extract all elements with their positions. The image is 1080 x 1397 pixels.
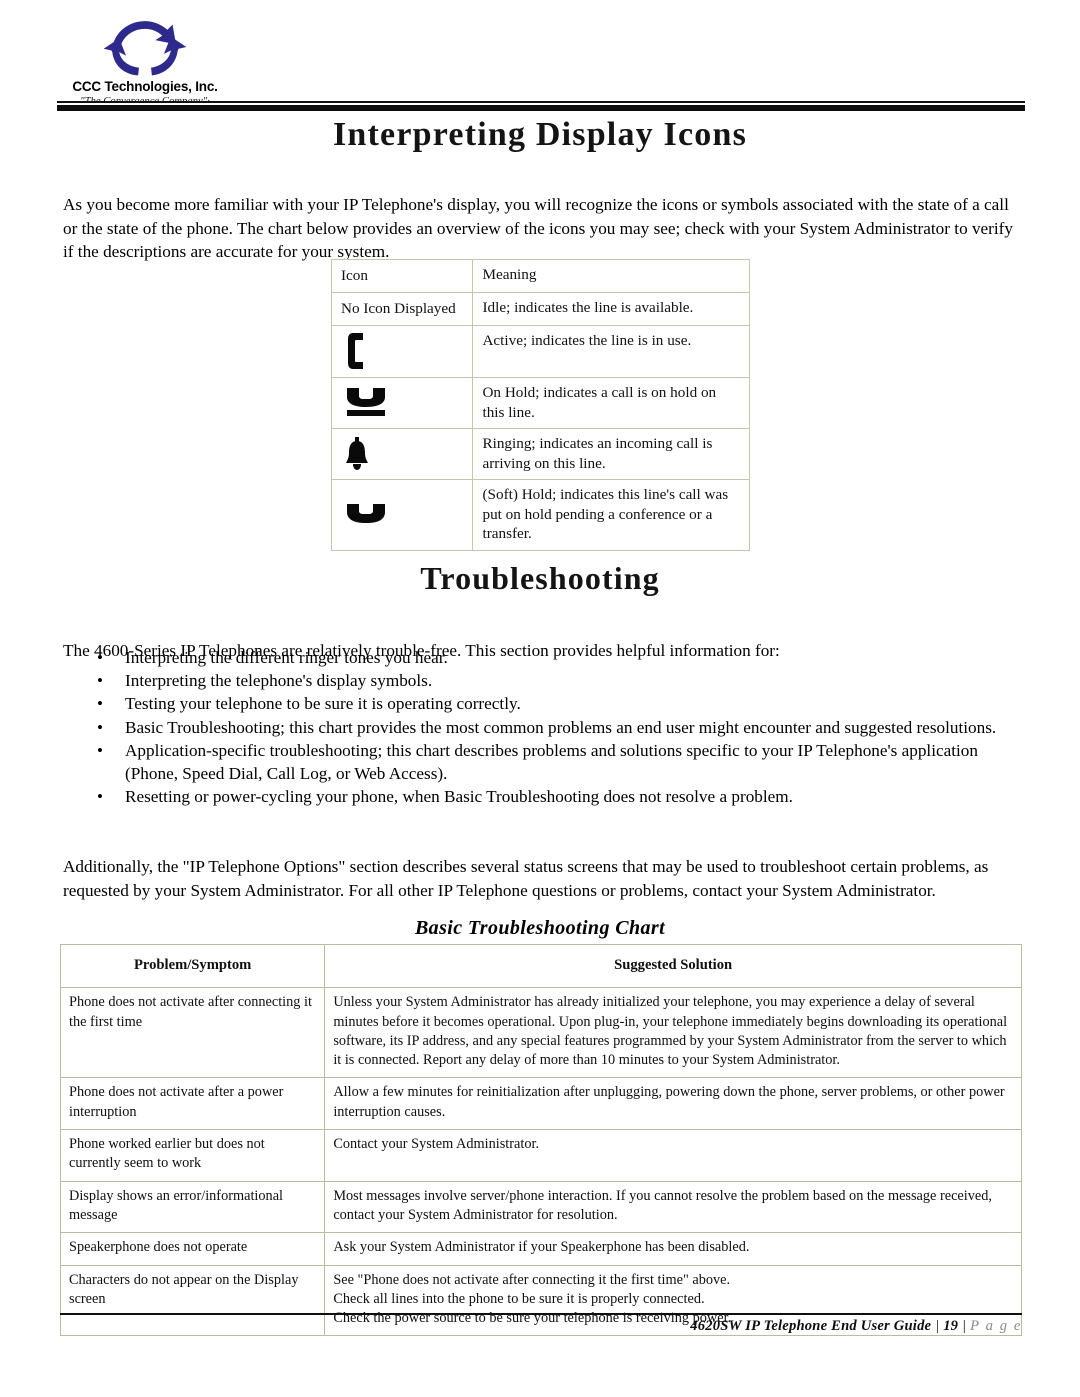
bullet-icon: • — [97, 694, 103, 714]
solution-line: See "Phone does not activate after conne… — [333, 1271, 731, 1288]
page-title: Interpreting Display Icons — [332, 116, 748, 153]
chart-caption: Basic Troubleshooting Chart — [414, 917, 666, 939]
solution-line: Ask your System Administrator if your Sp… — [333, 1239, 750, 1256]
circular-arrows-logo-icon — [103, 21, 187, 76]
meaning-cell-active: Active; indicates the line is in use. — [472, 325, 750, 378]
list-item-text: Application-specific troubleshooting; th… — [125, 740, 978, 784]
table-row: (Soft) Hold; indicates this line's call … — [330, 479, 750, 551]
problem-cell: Display shows an error/informational mes… — [59, 1180, 326, 1234]
table-row: Active; indicates the line is in use. — [330, 325, 750, 378]
solution-line: Allow a few minutes for reinitialization… — [333, 1084, 1005, 1120]
solution-cell: Contact your System Administrator. — [324, 1129, 1022, 1182]
header-divider-thick — [57, 104, 1025, 111]
bullet-icon: • — [97, 648, 103, 667]
company-logo: CCC Technologies, Inc. "The Convergence … — [60, 16, 230, 107]
footer-separator: | — [935, 1318, 940, 1334]
list-item-text: Resetting or power-cycling your phone, w… — [125, 787, 793, 807]
table-header-row: Problem/Symptom Suggested Solution — [59, 943, 1022, 989]
list-item: • Interpreting the telephone's display sy… — [63, 669, 1021, 692]
bullet-icon: • — [97, 787, 103, 807]
list-item: • Application-specific troubleshooting; t… — [63, 739, 1021, 785]
table-row: Speakerphone does not operate Ask your S… — [59, 1232, 1022, 1266]
solution-cell: Ask your System Administrator if your Sp… — [324, 1232, 1022, 1266]
display-icons-table: Icon Meaning No Icon Displayed Idle; ind… — [330, 259, 750, 551]
icon-cell-active — [330, 325, 474, 378]
solution-cell: Most messages involve server/phone inter… — [324, 1180, 1022, 1234]
solution-cell: Unless your System Administrator has alr… — [324, 987, 1022, 1079]
footer: 4620SW IP Telephone End User Guide | 19 … — [690, 1318, 1022, 1335]
list-item-text: Interpreting the different ringer tones … — [125, 648, 448, 667]
handset-on-hold-icon — [347, 387, 385, 416]
solution-line: Unless your System Administrator has alr… — [333, 994, 1008, 1069]
basic-troubleshooting-table: Problem/Symptom Suggested Solution Phone… — [59, 943, 1022, 1337]
solution-line: Most messages involve server/phone inter… — [333, 1187, 992, 1223]
problem-cell: Phone does not activate after connecting… — [59, 987, 326, 1079]
list-item: • Basic Troubleshooting; this chart provi… — [63, 716, 1021, 739]
bullet-icon: • — [97, 717, 103, 737]
table-row: Ringing; indicates an incoming call is a… — [330, 428, 750, 480]
company-name: CCC Technologies, Inc. — [72, 79, 218, 94]
icon-cell-ringing — [330, 428, 474, 480]
list-item-text: Basic Troubleshooting; this chart provid… — [125, 717, 997, 737]
list-item: • Resetting or power-cycling your phone, … — [63, 785, 1021, 808]
handset-cradle-icon — [347, 504, 385, 524]
table-row: Display shows an error/informational mes… — [59, 1180, 1022, 1234]
intro-paragraph: As you become more familiar with your IP… — [63, 195, 1014, 262]
table-row: On Hold; indicates a call is on hold on … — [330, 377, 750, 429]
footer-guide-title: 4620SW IP Telephone End User Guide — [690, 1318, 932, 1334]
problem-cell: Phone worked earlier but does not curren… — [59, 1129, 326, 1182]
header-problem-symptom: Problem/Symptom — [59, 943, 326, 989]
list-item: • Testing your telephone to be sure it is… — [63, 692, 1021, 715]
meaning-cell-ringing: Ringing; indicates an incoming call is a… — [472, 428, 750, 480]
bullet-icon: • — [97, 740, 103, 760]
meaning-cell-on-hold: On Hold; indicates a call is on hold on … — [472, 377, 750, 429]
solution-cell: Allow a few minutes for reinitialization… — [324, 1077, 1022, 1131]
table-row: Phone worked earlier but does not curren… — [59, 1129, 1022, 1182]
problem-cell: Phone does not activate after a power in… — [59, 1077, 326, 1131]
page-header: CCC Technologies, Inc. "The Convergence … — [0, 0, 1080, 120]
table-row: Phone does not activate after a power in… — [59, 1077, 1022, 1131]
document-page: CCC Technologies, Inc. "The Convergence … — [0, 0, 1080, 1397]
meaning-cell-soft-hold: (Soft) Hold; indicates this line's call … — [472, 479, 750, 551]
handset-vertical-icon — [348, 333, 363, 369]
footer-separator: | — [962, 1318, 967, 1334]
footer-page-label: P a g e — [970, 1318, 1022, 1334]
meaning-cell-idle: Idle; indicates the line is available. — [472, 292, 750, 326]
icon-cell-no-icon: No Icon Displayed — [330, 292, 474, 326]
problem-cell: Speakerphone does not operate — [59, 1232, 326, 1266]
footer-page-number: 19 — [943, 1318, 959, 1334]
header-icon: Icon — [330, 259, 474, 293]
icon-cell-on-hold — [330, 377, 474, 429]
problem-cell: Characters do not appear on the Display … — [59, 1264, 326, 1337]
bullet-icon: • — [97, 671, 103, 691]
solution-line: Check all lines into the phone to be sur… — [333, 1290, 705, 1307]
list-item: • Interpreting the different ringer tones… — [63, 646, 1021, 669]
bell-ringing-icon — [346, 436, 368, 470]
troubleshooting-bullet-list: • Interpreting the different ringer tones… — [63, 646, 1021, 808]
table-row: No Icon Displayed Idle; indicates the li… — [330, 292, 750, 326]
list-item-text: Interpreting the telephone's display sym… — [125, 671, 433, 691]
table-header-row: Icon Meaning — [330, 259, 750, 293]
table-row: Phone does not activate after connecting… — [59, 987, 1022, 1079]
footer-divider — [60, 1313, 1022, 1315]
header-meaning: Meaning — [472, 259, 750, 293]
header-divider — [57, 101, 1025, 111]
icon-cell-soft-hold — [330, 479, 474, 551]
header-suggested-solution: Suggested Solution — [324, 943, 1022, 989]
section-title-troubleshooting: Troubleshooting — [420, 560, 660, 596]
list-item-text: Testing your telephone to be sure it is … — [125, 694, 521, 714]
additional-paragraph: Additionally, the "IP Telephone Options"… — [63, 857, 989, 900]
solution-line: Contact your System Administrator. — [333, 1136, 540, 1153]
